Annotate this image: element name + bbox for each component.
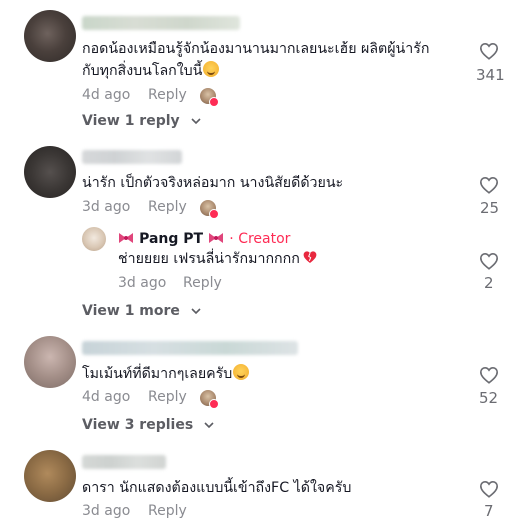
avatar[interactable] — [24, 336, 76, 388]
bow-icon — [119, 233, 133, 243]
view-replies-button[interactable]: View 3 replies — [82, 417, 214, 433]
view-more-replies-button[interactable]: View 1 more — [82, 303, 201, 319]
like-count: 341 — [476, 66, 505, 84]
view-replies-button[interactable]: View 1 reply — [82, 113, 201, 129]
creator-avatar[interactable] — [82, 227, 106, 251]
smiling-face-with-hearts-icon — [233, 364, 250, 380]
creator-header: Pang PT · Creator — [118, 228, 290, 247]
avatar[interactable] — [24, 146, 76, 198]
comment-text: กอดน้องเหมือนรู้จักน้องมานานมากเลยนะเฮ้ย… — [82, 41, 430, 79]
chevron-down-icon — [191, 307, 201, 314]
creator-badge-label: · Creator — [229, 231, 291, 247]
heart-outline-icon — [479, 480, 499, 498]
chevron-down-icon — [190, 117, 201, 124]
comment-age: 4d ago — [82, 87, 131, 103]
comment-age: 3d ago — [82, 199, 131, 215]
creator-name[interactable]: Pang PT — [139, 231, 203, 247]
creator-liked-badge — [209, 97, 219, 107]
like-count: 52 — [479, 389, 499, 407]
reply-text: ช่ายยยย เฟรนลี่น่ารักมากกกก — [118, 248, 318, 270]
bow-icon — [209, 233, 224, 243]
comment-text: น่ารัก เป็กตัวจริงหล่อมาก นางนิสัยดีด้วย… — [82, 175, 344, 191]
reply-button[interactable]: Reply — [148, 87, 187, 103]
chevron-down-icon — [204, 421, 214, 428]
reply-button[interactable]: Reply — [148, 389, 187, 405]
username-blurred[interactable] — [82, 150, 182, 164]
like-button[interactable] — [475, 366, 503, 388]
reply-button[interactable]: Reply — [148, 503, 187, 519]
smiling-face-with-hearts-icon — [203, 61, 220, 77]
comment-text: ดารา นักแสดงต้องแบบนี้เข้าถึงFC ได้ใจครั… — [82, 480, 352, 496]
username-blurred[interactable] — [82, 455, 166, 469]
username-blurred[interactable] — [82, 341, 298, 355]
creator-liked-badge — [209, 209, 219, 219]
comment-text: โมเม้นท์ที่ดีมากๆเลยครับ — [82, 363, 250, 385]
heart-outline-icon — [479, 252, 499, 270]
username-blurred[interactable] — [82, 16, 240, 30]
avatar[interactable] — [24, 10, 76, 62]
comment-age: 3d ago — [82, 503, 131, 519]
like-button[interactable] — [475, 252, 503, 274]
creator-liked-badge — [209, 399, 219, 409]
like-button[interactable] — [475, 176, 503, 198]
reply-age: 3d ago — [118, 275, 167, 291]
like-count: 2 — [484, 274, 494, 292]
reply-button[interactable]: Reply — [183, 275, 222, 291]
comment-age: 4d ago — [82, 389, 131, 405]
avatar[interactable] — [24, 450, 76, 502]
like-count: 7 — [484, 502, 494, 520]
like-button[interactable] — [475, 480, 503, 502]
mending-heart-icon — [303, 251, 317, 264]
heart-outline-icon — [479, 366, 499, 384]
like-button[interactable] — [475, 42, 503, 64]
heart-outline-icon — [479, 176, 499, 194]
heart-outline-icon — [479, 42, 499, 60]
reply-button[interactable]: Reply — [148, 199, 187, 215]
like-count: 25 — [480, 199, 500, 217]
